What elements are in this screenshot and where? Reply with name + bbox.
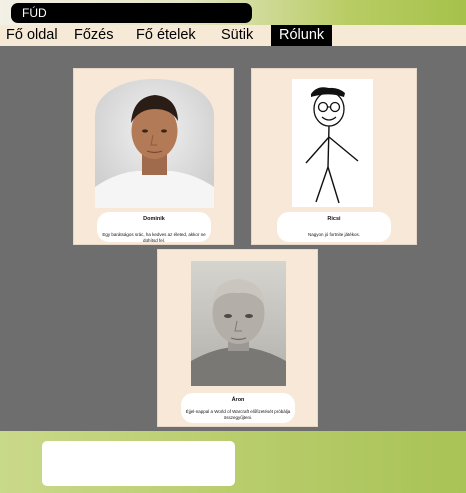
profile-name: Ricsi — [327, 216, 341, 222]
site-logo[interactable]: FÚD — [11, 3, 252, 23]
profile-photo-aron — [191, 261, 286, 386]
profile-description: Egy barátságos srác, ha kedves az életed… — [102, 232, 206, 243]
profile-card-ricsi: Ricsi Nagyon jó fortnite játékos. — [251, 68, 417, 245]
nav-item-sutik[interactable]: Sütik — [221, 25, 253, 46]
nav-item-fo-oldal[interactable]: Fő oldal — [6, 25, 58, 46]
main-nav: Fő oldal Főzés Fő ételek Sütik Rólunk — [0, 25, 466, 46]
profile-caption-aron: Áron Éjjel-nappal a World of Warcraft el… — [181, 393, 295, 423]
profile-name: Dominik — [143, 216, 165, 222]
profile-drawing-ricsi — [292, 79, 373, 207]
profile-card-aron: Áron Éjjel-nappal a World of Warcraft el… — [157, 249, 318, 427]
footer-bar — [0, 431, 466, 493]
nav-item-fozes[interactable]: Főzés — [74, 25, 114, 46]
profile-caption-ricsi: Ricsi Nagyon jó fortnite játékos. — [277, 212, 391, 242]
nav-item-fo-etelek[interactable]: Fő ételek — [136, 25, 196, 46]
profile-description: Éjjel-nappal a World of Warcraft előfize… — [185, 409, 291, 420]
nav-item-rolunk[interactable]: Rólunk — [271, 25, 333, 46]
profile-photo-dominik — [95, 79, 214, 208]
profile-card-dominik: Dominik Egy barátságos srác, ha kedves a… — [73, 68, 234, 245]
header-bar: FÚD — [0, 0, 466, 25]
footer-content-box — [42, 441, 235, 486]
profile-name: Áron — [231, 397, 245, 403]
profile-description: Nagyon jó fortnite játékos. — [307, 232, 361, 237]
profile-caption-dominik: Dominik Egy barátságos srác, ha kedves a… — [97, 212, 211, 243]
